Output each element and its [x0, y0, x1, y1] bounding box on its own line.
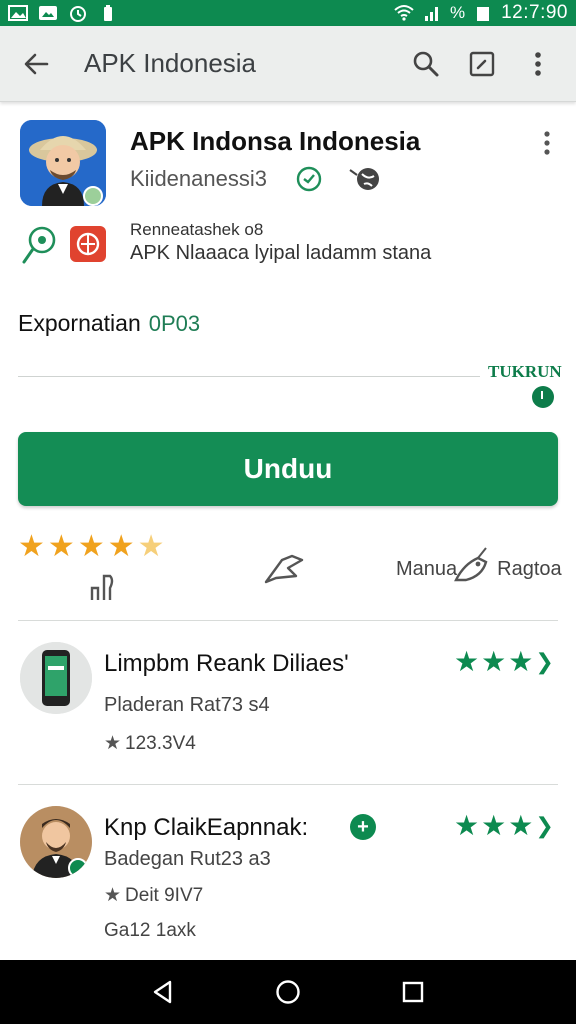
more-vert-icon[interactable] — [510, 36, 566, 92]
review-subtitle: Pladeran Rat73 s4 — [104, 694, 270, 716]
back-arrow-icon[interactable] — [10, 38, 62, 90]
stats-row: ★ ★ ★ ★ ★ Manua Ragtoa — [0, 530, 576, 610]
review-subtitle: Badegan Rut23 a3 — [104, 848, 271, 870]
app-header: APK Indonsa Indonesia Kiidenanessi3 — [0, 112, 576, 212]
navigation-bar — [0, 960, 576, 1024]
content-rating-icon — [70, 226, 106, 262]
info-line-2: APK Nlaaaca lyipal ladamm stana — [130, 242, 432, 264]
exploration-code: 0P03 — [148, 311, 201, 336]
image-icon — [8, 4, 28, 22]
star-partial-icon: ❯ — [535, 813, 554, 838]
battery-percent: % — [449, 3, 466, 22]
star-half-icon: ★ — [137, 530, 165, 563]
app-developer[interactable]: Kiidenanessi3 — [130, 166, 267, 192]
app-bar: APK Indonesia — [0, 26, 576, 102]
download-count-icon — [86, 570, 126, 606]
star-icon: ★ — [481, 810, 507, 841]
app-bar-actions — [398, 36, 566, 92]
edit-icon[interactable] — [454, 36, 510, 92]
pin-icon — [20, 224, 58, 266]
status-left — [8, 4, 118, 22]
star-icon: ★ — [508, 810, 534, 841]
review-meta-text: 123.3V4 — [125, 733, 196, 754]
verified-badge-icon — [296, 166, 322, 192]
app-icon[interactable] — [20, 120, 106, 206]
stat-label-a: Manua — [396, 558, 458, 580]
exploration-label: Expornatian — [18, 310, 141, 336]
add-icon[interactable]: + — [350, 814, 376, 840]
person-avatar-icon — [20, 806, 92, 878]
star-icon: ★ — [104, 885, 122, 906]
star-icon: ★ — [107, 530, 135, 563]
alarm-icon — [68, 4, 88, 22]
stat-label-b: Ragtoa — [497, 558, 562, 580]
signal-icon — [422, 4, 442, 22]
nav-home-icon[interactable] — [266, 970, 310, 1014]
star-partial-icon: ❯ — [535, 649, 554, 674]
review-card[interactable]: Knp ClaikEapnnak: + Badegan Rut23 a3 ★ De… — [0, 800, 576, 950]
divider — [18, 784, 558, 785]
search-icon[interactable] — [398, 36, 454, 92]
star-icon: ★ — [508, 646, 534, 677]
divider — [18, 376, 480, 377]
battery-icon — [473, 4, 493, 22]
install-button[interactable]: Unduu — [18, 432, 558, 506]
star-icon: ★ — [481, 646, 507, 677]
rating-stars: ★ ★ ★ ★ ★ — [18, 532, 165, 562]
review-card[interactable]: Limpbm Reank Diliaes' Pladeran Rat73 s4 … — [0, 636, 576, 786]
nav-back-icon[interactable] — [141, 970, 185, 1014]
review-title: Knp ClaikEapnnak: — [104, 814, 309, 841]
star-icon: ★ — [454, 810, 480, 841]
app-title: APK Indonsa Indonesia — [130, 126, 421, 156]
star-icon: ★ — [104, 733, 122, 754]
star-icon: ★ — [454, 646, 480, 677]
globe-icon — [348, 164, 380, 192]
review-meta: ★ Deit 9IV7 — [104, 884, 203, 907]
info-dot-icon[interactable] — [532, 386, 554, 408]
app-info-row: Renneatashek o8 APK Nlaaaca lyipal ladam… — [0, 216, 576, 276]
info-line-1: Renneatashek o8 — [130, 220, 264, 239]
star-icon: ★ — [47, 530, 75, 563]
review-stars: ★ ★ ★ ❯ — [454, 812, 554, 840]
review-meta-text: Deit 9IV7 — [125, 885, 204, 906]
review-extra: Ga12 1aхk — [104, 920, 196, 941]
photo-icon — [38, 4, 58, 22]
exploration-tag[interactable]: TUKRUN — [488, 362, 562, 382]
review-stars: ★ ★ ★ ❯ — [454, 648, 554, 676]
app-overflow-icon[interactable] — [534, 126, 560, 160]
phone-avatar-icon — [20, 642, 92, 714]
status-right: % 12:7:90 — [394, 2, 568, 24]
screen: % 12:7:90 APK Indonesia APK Indonsa Indo… — [0, 0, 576, 1024]
tag-icon — [452, 544, 490, 584]
battery-small-icon — [98, 4, 118, 22]
status-bar: % 12:7:90 — [0, 0, 576, 26]
nav-recent-icon[interactable] — [391, 970, 435, 1014]
star-icon: ★ — [77, 530, 105, 563]
page-title: APK Indonesia — [84, 48, 257, 78]
review-title: Limpbm Reank Diliaes' — [104, 650, 349, 677]
star-icon: ★ — [18, 530, 45, 563]
review-meta: ★ 123.3V4 — [104, 732, 196, 755]
share-icon[interactable] — [262, 548, 306, 588]
clock: 12:7:90 — [501, 2, 568, 23]
wifi-icon — [394, 4, 414, 22]
divider — [18, 620, 558, 621]
exploration-row: Expornatian 0P03 — [18, 310, 200, 337]
